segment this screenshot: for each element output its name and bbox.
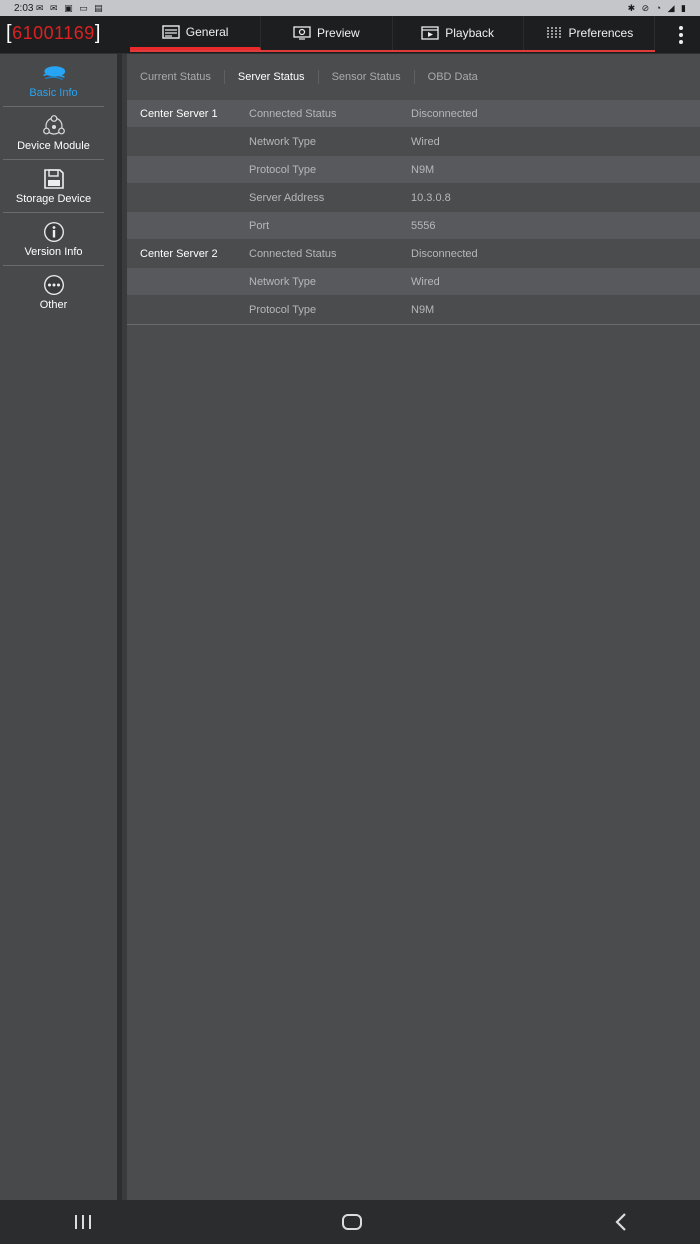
bracket-right: ] [94,22,101,44]
subtab-sensor-status[interactable]: Sensor Status [319,70,415,84]
general-icon [162,24,180,39]
preview-icon [293,26,311,40]
clock: 2:03 [14,3,34,14]
sub-tabs: Current Status Server Status Sensor Stat… [127,54,700,100]
table-row: Port 5556 [127,212,700,240]
system-nav-bar [0,1200,700,1244]
main-content: Current Status Server Status Sensor Stat… [127,54,700,1200]
table-row: Server Address 10.3.0.8 [127,184,700,212]
table-row: Protocol Type N9M [127,156,700,184]
field-value: Disconnected [411,107,478,120]
back-icon [615,1213,626,1231]
table-row: Center Server 1 Connected Status Disconn… [127,100,700,128]
sidebar-item-version-info[interactable]: Version Info [3,213,104,266]
field-label: Port [249,219,270,232]
field-value: N9M [411,303,435,316]
recent-apps-button[interactable] [68,1211,98,1233]
field-value: Wired [411,275,440,288]
sidebar-item-label: Other [39,299,68,311]
sidebar-item-label: Storage Device [15,192,92,205]
sidebar-item-other[interactable]: Other [3,266,104,319]
app-bar: [61001169] General Preview Playback Pref… [0,16,700,54]
device-id-number: 61001169 [12,23,95,43]
table-divider [127,324,700,325]
sidebar: Basic Info Device Module Storage Device … [0,54,122,1200]
field-label: Connected Status [249,107,337,120]
basic-info-icon [42,65,65,80]
notification-icons: ✉ ✉ ▣ ▭ ▤ [36,3,105,13]
field-label: Protocol Type [249,303,317,316]
tab-preferences-label: Preferences [568,26,634,40]
sidebar-item-label: Device Module [17,139,90,152]
field-value: N9M [411,163,435,176]
system-status-icons: ✱ ⊘ ◔ ◢ ▮ [627,3,688,13]
tab-general[interactable]: General [130,16,262,50]
server-group-label: Center Server 2 [140,247,218,260]
sidebar-item-label: Version Info [24,245,83,258]
field-label: Connected Status [249,247,337,260]
server-group-label: Center Server 1 [140,107,218,120]
sidebar-item-device-module[interactable]: Device Module [3,107,104,160]
subtab-current-status[interactable]: Current Status [127,70,225,84]
device-id: [61001169] [6,22,101,50]
more-icon [43,275,64,295]
device-module-icon [42,114,65,135]
table-row: Network Type Wired [127,128,700,156]
sidebar-item-storage-device[interactable]: Storage Device [3,160,104,213]
sidebar-item-label: Basic Info [29,86,78,99]
preferences-icon [546,27,561,39]
table-row: Protocol Type N9M [127,296,700,324]
sidebar-item-basic-info[interactable]: Basic Info [3,54,104,107]
field-label: Network Type [249,275,317,288]
info-icon [43,221,64,242]
field-label: Protocol Type [249,163,317,176]
server-status-table: Center Server 1 Connected Status Disconn… [127,100,700,325]
tab-preview-label: Preview [317,26,360,40]
field-label: Server Address [249,191,325,204]
top-nav: General Preview Playback Preferences [130,16,655,52]
subtab-server-status[interactable]: Server Status [225,70,319,84]
tab-preferences[interactable]: Preferences [524,16,655,50]
back-button[interactable] [607,1211,637,1233]
tab-playback[interactable]: Playback [393,16,524,50]
status-bar: 2:03 ✉ ✉ ▣ ▭ ▤ ✱ ⊘ ◔ ◢ ▮ [0,0,700,16]
overflow-menu-icon[interactable] [676,24,686,46]
subtab-obd-data[interactable]: OBD Data [415,70,491,84]
field-label: Network Type [249,135,317,148]
field-value: 10.3.0.8 [411,191,451,204]
field-value: Wired [411,135,440,148]
playback-icon [421,26,439,40]
tab-general-label: General [185,24,229,39]
table-row: Network Type Wired [127,268,700,296]
field-value: Disconnected [411,247,478,260]
field-value: 5556 [411,219,436,232]
table-row: Center Server 2 Connected Status Disconn… [127,240,700,268]
storage-device-icon [43,168,64,189]
recent-apps-icon [75,1215,91,1229]
home-icon [342,1214,362,1230]
tab-preview[interactable]: Preview [261,16,393,50]
home-button[interactable] [337,1211,367,1233]
tab-playback-label: Playback [445,26,494,40]
